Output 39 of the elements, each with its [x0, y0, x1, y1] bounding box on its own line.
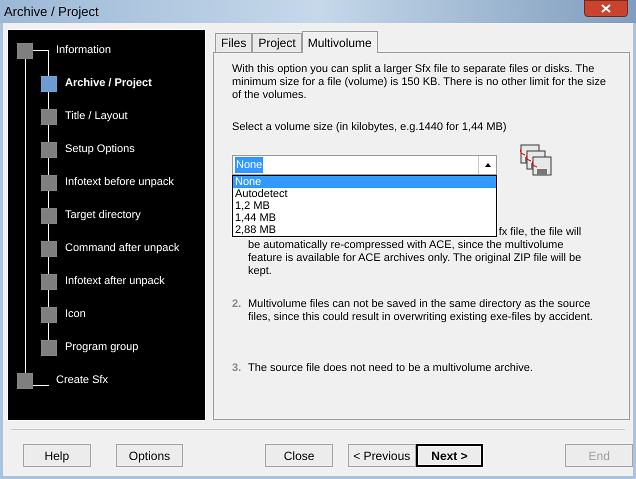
dropdown-option[interactable]: 2,88 MB: [233, 224, 496, 236]
window-title: Archive / Project: [4, 3, 99, 21]
tab[interactable]: Project: [252, 33, 302, 52]
step-label[interactable]: Archive / Project: [65, 75, 152, 92]
step-label[interactable]: Title / Layout: [65, 108, 128, 125]
tab[interactable]: Files: [215, 33, 252, 52]
dialog-button[interactable]: Close: [265, 444, 333, 467]
note-text: files, since this could result in overwriting existing exe-files by accident.: [248, 311, 593, 324]
step-label[interactable]: Icon: [65, 306, 86, 323]
note-text: Multivolume files can not be saved in the same directory as the source: [248, 298, 592, 311]
floppy-disks-icon: [519, 143, 553, 177]
tab[interactable]: Multivolume: [302, 31, 378, 53]
close-button[interactable]: [584, 0, 628, 17]
dialog-button[interactable]: Help: [23, 444, 91, 467]
dialog-button[interactable]: Options: [116, 444, 184, 467]
note-text: fx file, the file will: [498, 226, 582, 239]
intro-text: With this option you can split a larger Sfx file to separate files or disks. The minimum size for a file (volume) is 150 KB. There is no other limit for the size of the volumes.: [232, 63, 607, 102]
note-text: kept.: [248, 265, 273, 278]
dropdown-option[interactable]: 1,2 MB: [233, 200, 496, 212]
volume-label: Select a volume size (in kilobytes, e.g.1440 for 1,44 MB): [232, 121, 508, 134]
note-text: be automatically re-compressed with ACE, since the multivolume: [248, 239, 564, 252]
select-value: None: [235, 156, 264, 174]
dialog-button[interactable]: < Previous: [348, 444, 416, 467]
dropdown-option[interactable]: Autodetect: [233, 188, 496, 200]
step-label[interactable]: Create Sfx: [56, 372, 108, 389]
step-label[interactable]: Infotext after unpack: [65, 273, 165, 290]
note-number: 3.: [232, 362, 242, 374]
note-number: 2.: [232, 298, 242, 310]
step-label[interactable]: Command after unpack: [65, 240, 180, 257]
step-label[interactable]: Information: [56, 42, 112, 59]
step-label[interactable]: Infotext before unpack: [65, 174, 174, 191]
note-text: feature is available for ACE archives only. The original ZIP file will be: [248, 252, 582, 265]
close-icon: [601, 4, 611, 13]
dropdown-option[interactable]: 1,44 MB: [233, 212, 496, 224]
dialog-button[interactable]: Next >: [416, 444, 484, 467]
step-label[interactable]: Program group: [65, 339, 138, 356]
step-label[interactable]: Target directory: [65, 207, 141, 224]
step-label[interactable]: Setup Options: [65, 141, 135, 158]
note-text: The source file does not need to be a multivolume archive.: [248, 362, 533, 375]
